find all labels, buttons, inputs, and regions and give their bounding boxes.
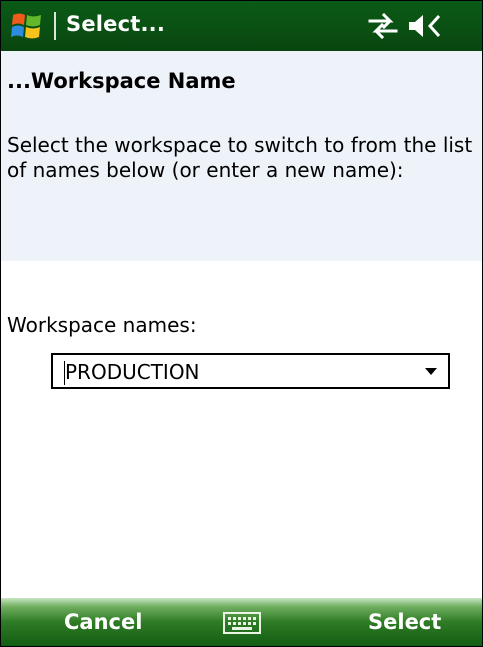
softkey-bar: Cancel Select [1, 598, 482, 646]
workspace-names-label: Workspace names: [7, 313, 197, 337]
cancel-button[interactable]: Cancel [64, 610, 142, 634]
speaker-volume-icon[interactable] [406, 12, 446, 40]
instructions-text: Select the workspace to switch to from t… [7, 133, 473, 182]
window-title: Select... [66, 12, 166, 36]
select-button[interactable]: Select [368, 610, 441, 634]
chevron-down-icon[interactable] [425, 368, 437, 375]
windows-start-icon[interactable] [10, 9, 44, 43]
window: Select... ...Workspace Name Select the w… [0, 0, 483, 647]
title-bar: Select... [1, 1, 482, 51]
workspace-name-value[interactable]: PRODUCTION [65, 360, 200, 384]
page-title: ...Workspace Name [7, 69, 236, 93]
workspace-name-dropdown[interactable]: PRODUCTION [51, 353, 450, 389]
title-separator [54, 12, 56, 40]
keyboard-icon[interactable] [223, 612, 261, 634]
connectivity-arrows-icon[interactable] [368, 13, 398, 39]
